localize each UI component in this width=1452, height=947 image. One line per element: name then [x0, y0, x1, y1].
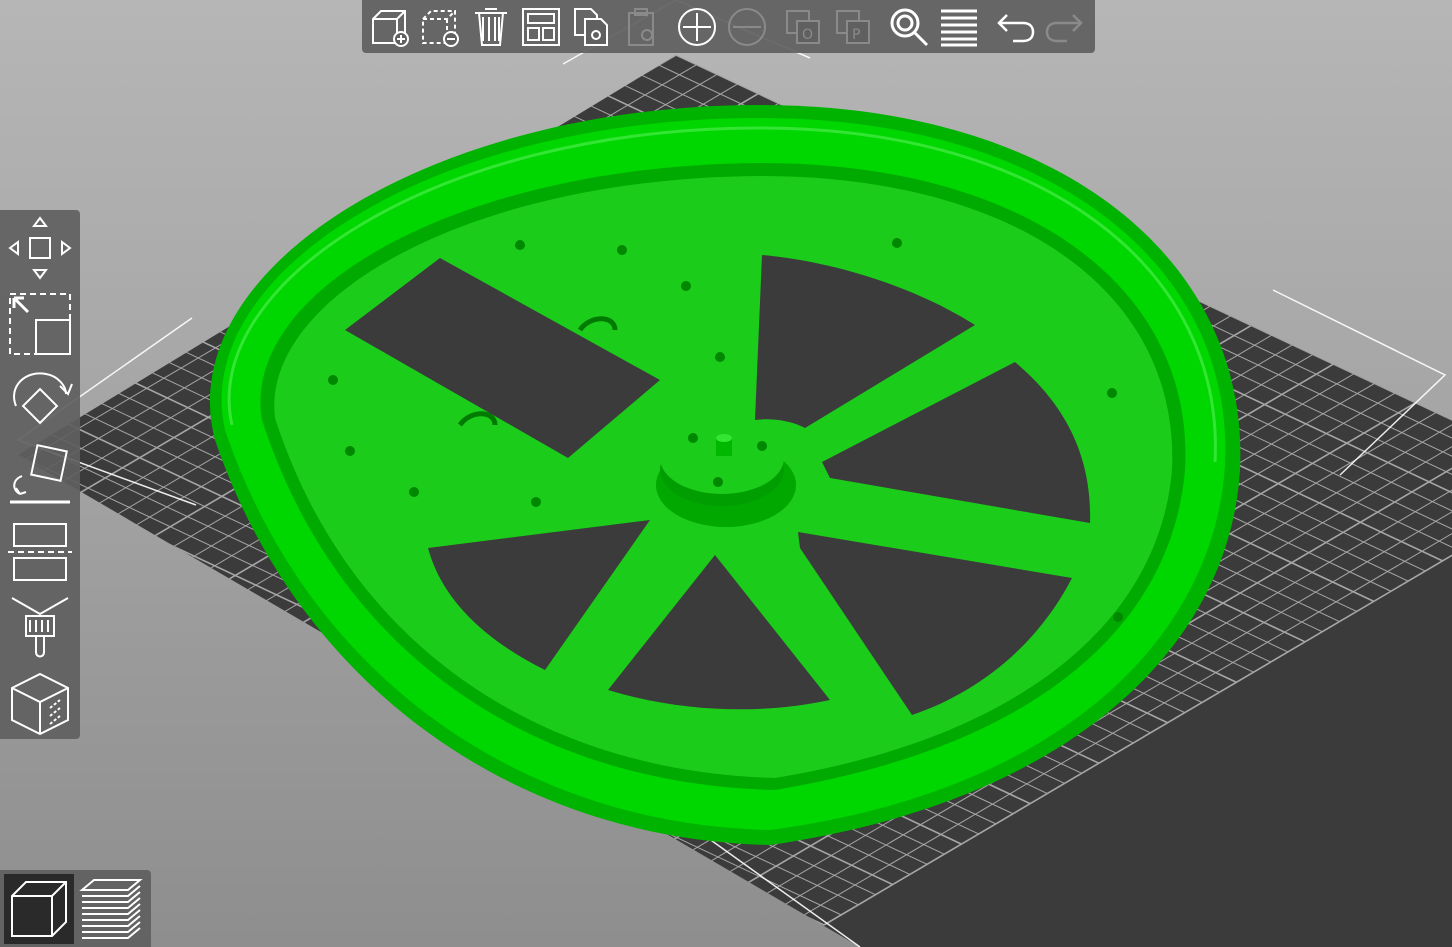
- move-button[interactable]: [4, 214, 76, 282]
- paint-supports-icon: [11, 597, 69, 658]
- undo-button[interactable]: [990, 2, 1040, 52]
- svg-text:O: O: [802, 27, 813, 43]
- redo-icon: [1045, 13, 1083, 42]
- copy-icon: [574, 7, 608, 46]
- rotate-icon: [13, 372, 73, 425]
- delete-button[interactable]: [416, 2, 466, 52]
- layers-editing-button[interactable]: [934, 2, 984, 52]
- redo-button[interactable]: [1040, 2, 1090, 52]
- split-objects-button[interactable]: O: [778, 2, 828, 52]
- left-toolbar: [0, 210, 80, 739]
- place-on-face-button[interactable]: [4, 442, 76, 510]
- scale-icon: [9, 293, 71, 355]
- seam-painting-button[interactable]: [4, 670, 76, 738]
- remove-instance-icon: [728, 7, 766, 46]
- delete-icon: [422, 9, 459, 47]
- add-icon: [372, 9, 409, 47]
- view-mode-toggle: [0, 870, 151, 947]
- seam-painting-icon: [11, 672, 69, 736]
- delete-all-icon: [475, 7, 507, 46]
- 3d-view-button[interactable]: [4, 874, 74, 944]
- paint-supports-button[interactable]: [4, 594, 76, 662]
- undo-icon: [997, 13, 1035, 42]
- arrange-icon: [522, 7, 560, 46]
- split-parts-button[interactable]: P: [828, 2, 878, 52]
- paste-icon: [628, 7, 654, 46]
- arrange-button[interactable]: [516, 2, 566, 52]
- top-toolbar: O P: [362, 0, 1095, 53]
- rotate-button[interactable]: [4, 366, 76, 434]
- scale-button[interactable]: [4, 290, 76, 358]
- preview-layers-icon: [79, 879, 143, 939]
- 3d-viewport[interactable]: [0, 0, 1452, 947]
- delete-all-button[interactable]: [466, 2, 516, 52]
- cut-button[interactable]: [4, 518, 76, 586]
- layers-editing-icon: [941, 9, 977, 46]
- add-instance-icon: [678, 7, 716, 46]
- place-on-face-icon: [10, 444, 70, 504]
- add-instance-button[interactable]: [672, 2, 722, 52]
- svg-text:P: P: [852, 27, 860, 43]
- search-button[interactable]: [884, 2, 934, 52]
- move-icon: [8, 216, 72, 280]
- 3d-view-icon: [11, 881, 67, 937]
- split-objects-icon: O: [786, 9, 820, 44]
- add-button[interactable]: [366, 2, 416, 52]
- split-parts-icon: P: [836, 9, 870, 44]
- cut-icon: [8, 523, 72, 581]
- preview-button[interactable]: [76, 874, 146, 944]
- paste-button[interactable]: [616, 2, 666, 52]
- search-icon: [890, 8, 929, 46]
- remove-instance-button[interactable]: [722, 2, 772, 52]
- copy-button[interactable]: [566, 2, 616, 52]
